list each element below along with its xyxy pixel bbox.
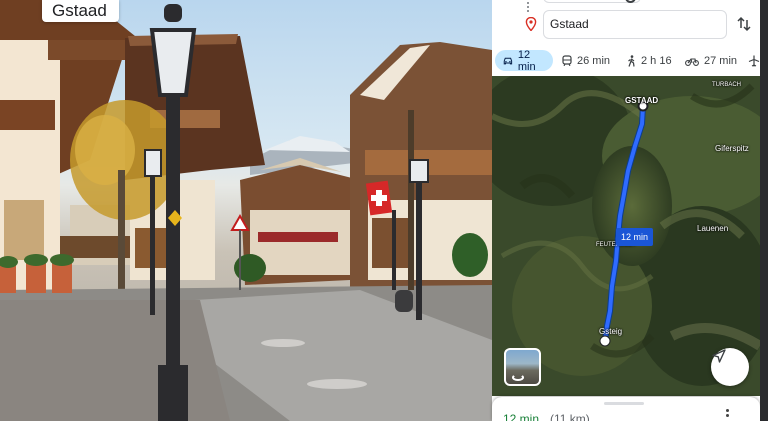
car-icon: [503, 57, 513, 64]
mode-driving-label: 12 min: [517, 48, 536, 73]
street-photo: Gstaad: [0, 0, 492, 421]
my-location-button[interactable]: [711, 348, 749, 386]
mode-cycling-label: 27 min: [704, 54, 738, 67]
navigation-arrow-icon: [712, 349, 726, 363]
mode-tab-walking[interactable]: 2 h 16: [627, 50, 672, 71]
summary-distance: (11 km): [550, 412, 590, 421]
mode-tab-cycling[interactable]: 27 min: [685, 50, 737, 71]
red-pin-icon: [525, 17, 537, 31]
map-label-turbach: TURBACH: [712, 82, 742, 88]
route-map[interactable]: GSTAAD TURBACH Giferspitz Lauenen FEUTER…: [492, 76, 760, 396]
rotate-360-icon: [512, 374, 524, 381]
map-label-gstaad: GSTAAD: [625, 96, 659, 105]
walk-icon: [628, 54, 635, 67]
place-name-label: Gstaad: [42, 0, 119, 22]
more-options-icon[interactable]: [726, 409, 730, 419]
summary-time: 12 min: [503, 412, 540, 421]
window-edge: [760, 0, 768, 421]
map-label-giferspitz: Giferspitz: [715, 144, 749, 153]
mode-tab-transit[interactable]: 26 min: [562, 50, 610, 71]
map-label-lauenen: Lauenen: [697, 224, 729, 233]
travel-mode-tabs: 12 min 26 min 2 h 16 27 min: [492, 48, 768, 74]
mode-tab-driving[interactable]: 12 min: [495, 48, 553, 73]
directions-panel: Gstaad 12 min 26 min 2 h 16 27 min GSTAA…: [492, 0, 768, 421]
mode-transit-label: 26 min: [577, 54, 611, 67]
transit-icon: [562, 55, 572, 66]
route-summary-sheet[interactable]: 12 min (11 km): [492, 397, 760, 421]
destination-field[interactable]: Gstaad: [543, 10, 727, 39]
flight-icon: [748, 55, 760, 67]
origin-field[interactable]: [543, 0, 641, 3]
street-scene: [0, 0, 492, 421]
directions-inputs: Gstaad: [492, 0, 768, 44]
mode-walking-label: 2 h 16: [641, 54, 672, 67]
mode-tab-flight[interactable]: [748, 50, 760, 71]
drag-handle[interactable]: [604, 402, 644, 405]
street-view-thumbnail[interactable]: [504, 348, 541, 386]
origin-dots-icon: [526, 0, 530, 12]
map-label-gsteig: Gsteig: [599, 327, 623, 336]
screen: Gstaad Gstaad 12 min 26 min 2 h 16 27 mi…: [0, 0, 768, 421]
route-duration-badge[interactable]: 12 min: [616, 228, 654, 246]
swap-vertical-icon[interactable]: [736, 16, 752, 32]
bike-icon: [685, 57, 699, 66]
